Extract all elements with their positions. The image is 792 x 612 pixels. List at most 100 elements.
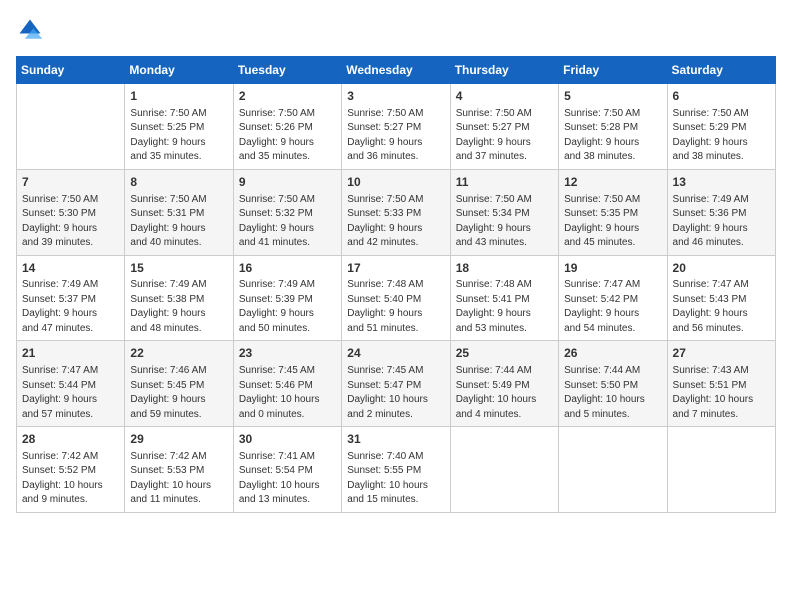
day-number: 29 (130, 431, 227, 448)
day-content: Sunrise: 7:50 AM Sunset: 5:27 PM Dayligh… (347, 107, 444, 165)
calendar-cell: 30 Sunrise: 7:41 AM Sunset: 5:54 PM Dayli… (233, 427, 341, 513)
calendar-cell: 10 Sunrise: 7:50 AM Sunset: 5:33 PM Dayli… (342, 169, 450, 255)
day-number: 14 (22, 260, 119, 277)
calendar-cell (450, 427, 558, 513)
day-number: 8 (130, 174, 227, 191)
calendar-cell (667, 427, 775, 513)
weekday-row: SundayMondayTuesdayWednesdayThursdayFrid… (17, 57, 776, 84)
calendar-cell: 6 Sunrise: 7:50 AM Sunset: 5:29 PM Daylig… (667, 84, 775, 170)
weekday-header: Monday (125, 57, 233, 84)
calendar-cell: 11 Sunrise: 7:50 AM Sunset: 5:34 PM Dayli… (450, 169, 558, 255)
calendar-cell: 29 Sunrise: 7:42 AM Sunset: 5:53 PM Dayli… (125, 427, 233, 513)
calendar-cell (559, 427, 667, 513)
day-number: 16 (239, 260, 336, 277)
calendar-cell (17, 84, 125, 170)
day-content: Sunrise: 7:48 AM Sunset: 5:41 PM Dayligh… (456, 278, 553, 336)
day-content: Sunrise: 7:50 AM Sunset: 5:34 PM Dayligh… (456, 193, 553, 251)
calendar-cell: 5 Sunrise: 7:50 AM Sunset: 5:28 PM Daylig… (559, 84, 667, 170)
day-number: 28 (22, 431, 119, 448)
day-number: 26 (564, 345, 661, 362)
weekday-header: Wednesday (342, 57, 450, 84)
day-number: 20 (673, 260, 770, 277)
calendar-cell: 24Sunrise: 7:45 AM Sunset: 5:47 PM Dayli… (342, 341, 450, 427)
day-number: 9 (239, 174, 336, 191)
calendar-cell: 14Sunrise: 7:49 AM Sunset: 5:37 PM Dayli… (17, 255, 125, 341)
day-number: 30 (239, 431, 336, 448)
calendar-cell: 21 Sunrise: 7:47 AM Sunset: 5:44 PM Dayli… (17, 341, 125, 427)
day-content: Sunrise: 7:47 AM Sunset: 5:44 PM Dayligh… (22, 364, 119, 422)
day-number: 23 (239, 345, 336, 362)
day-number: 10 (347, 174, 444, 191)
day-number: 1 (130, 88, 227, 105)
calendar-cell: 4Sunrise: 7:50 AM Sunset: 5:27 PM Daylig… (450, 84, 558, 170)
day-content: Sunrise: 7:50 AM Sunset: 5:35 PM Dayligh… (564, 193, 661, 251)
calendar-body: 1 Sunrise: 7:50 AM Sunset: 5:25 PM Daylig… (17, 84, 776, 513)
weekday-header: Saturday (667, 57, 775, 84)
calendar-cell: 31Sunrise: 7:40 AM Sunset: 5:55 PM Dayli… (342, 427, 450, 513)
calendar: SundayMondayTuesdayWednesdayThursdayFrid… (16, 56, 776, 513)
calendar-cell: 2 Sunrise: 7:50 AM Sunset: 5:26 PM Daylig… (233, 84, 341, 170)
calendar-cell: 17Sunrise: 7:48 AM Sunset: 5:40 PM Dayli… (342, 255, 450, 341)
weekday-header: Friday (559, 57, 667, 84)
day-content: Sunrise: 7:50 AM Sunset: 5:32 PM Dayligh… (239, 193, 336, 251)
calendar-week-row: 14Sunrise: 7:49 AM Sunset: 5:37 PM Dayli… (17, 255, 776, 341)
day-number: 2 (239, 88, 336, 105)
day-number: 3 (347, 88, 444, 105)
calendar-cell: 28 Sunrise: 7:42 AM Sunset: 5:52 PM Dayli… (17, 427, 125, 513)
day-number: 25 (456, 345, 553, 362)
day-number: 18 (456, 260, 553, 277)
day-number: 4 (456, 88, 553, 105)
day-content: Sunrise: 7:44 AM Sunset: 5:50 PM Dayligh… (564, 364, 661, 422)
day-number: 12 (564, 174, 661, 191)
calendar-week-row: 21 Sunrise: 7:47 AM Sunset: 5:44 PM Dayli… (17, 341, 776, 427)
day-content: Sunrise: 7:45 AM Sunset: 5:47 PM Dayligh… (347, 364, 444, 422)
calendar-cell: 7Sunrise: 7:50 AM Sunset: 5:30 PM Daylig… (17, 169, 125, 255)
calendar-cell: 9 Sunrise: 7:50 AM Sunset: 5:32 PM Daylig… (233, 169, 341, 255)
calendar-cell: 23 Sunrise: 7:45 AM Sunset: 5:46 PM Dayli… (233, 341, 341, 427)
calendar-cell: 8 Sunrise: 7:50 AM Sunset: 5:31 PM Daylig… (125, 169, 233, 255)
day-content: Sunrise: 7:50 AM Sunset: 5:33 PM Dayligh… (347, 193, 444, 251)
day-content: Sunrise: 7:42 AM Sunset: 5:52 PM Dayligh… (22, 450, 119, 508)
calendar-cell: 27 Sunrise: 7:43 AM Sunset: 5:51 PM Dayli… (667, 341, 775, 427)
day-number: 15 (130, 260, 227, 277)
day-number: 17 (347, 260, 444, 277)
day-content: Sunrise: 7:42 AM Sunset: 5:53 PM Dayligh… (130, 450, 227, 508)
day-number: 19 (564, 260, 661, 277)
calendar-cell: 20Sunrise: 7:47 AM Sunset: 5:43 PM Dayli… (667, 255, 775, 341)
calendar-cell: 25 Sunrise: 7:44 AM Sunset: 5:49 PM Dayli… (450, 341, 558, 427)
day-content: Sunrise: 7:47 AM Sunset: 5:43 PM Dayligh… (673, 278, 770, 336)
logo-icon (16, 16, 44, 44)
day-content: Sunrise: 7:43 AM Sunset: 5:51 PM Dayligh… (673, 364, 770, 422)
calendar-header: SundayMondayTuesdayWednesdayThursdayFrid… (17, 57, 776, 84)
day-content: Sunrise: 7:50 AM Sunset: 5:29 PM Dayligh… (673, 107, 770, 165)
weekday-header: Tuesday (233, 57, 341, 84)
calendar-cell: 19Sunrise: 7:47 AM Sunset: 5:42 PM Dayli… (559, 255, 667, 341)
day-number: 21 (22, 345, 119, 362)
calendar-cell: 26 Sunrise: 7:44 AM Sunset: 5:50 PM Dayli… (559, 341, 667, 427)
day-content: Sunrise: 7:44 AM Sunset: 5:49 PM Dayligh… (456, 364, 553, 422)
day-content: Sunrise: 7:50 AM Sunset: 5:31 PM Dayligh… (130, 193, 227, 251)
day-content: Sunrise: 7:50 AM Sunset: 5:30 PM Dayligh… (22, 193, 119, 251)
day-content: Sunrise: 7:49 AM Sunset: 5:37 PM Dayligh… (22, 278, 119, 336)
day-content: Sunrise: 7:50 AM Sunset: 5:28 PM Dayligh… (564, 107, 661, 165)
day-number: 11 (456, 174, 553, 191)
logo (16, 16, 48, 44)
day-number: 13 (673, 174, 770, 191)
day-content: Sunrise: 7:50 AM Sunset: 5:25 PM Dayligh… (130, 107, 227, 165)
weekday-header: Thursday (450, 57, 558, 84)
day-number: 27 (673, 345, 770, 362)
day-content: Sunrise: 7:41 AM Sunset: 5:54 PM Dayligh… (239, 450, 336, 508)
day-number: 22 (130, 345, 227, 362)
calendar-cell: 22Sunrise: 7:46 AM Sunset: 5:45 PM Dayli… (125, 341, 233, 427)
day-content: Sunrise: 7:45 AM Sunset: 5:46 PM Dayligh… (239, 364, 336, 422)
day-number: 31 (347, 431, 444, 448)
day-number: 5 (564, 88, 661, 105)
calendar-week-row: 1 Sunrise: 7:50 AM Sunset: 5:25 PM Daylig… (17, 84, 776, 170)
day-content: Sunrise: 7:50 AM Sunset: 5:26 PM Dayligh… (239, 107, 336, 165)
day-content: Sunrise: 7:49 AM Sunset: 5:38 PM Dayligh… (130, 278, 227, 336)
calendar-week-row: 28 Sunrise: 7:42 AM Sunset: 5:52 PM Dayli… (17, 427, 776, 513)
weekday-header: Sunday (17, 57, 125, 84)
day-number: 6 (673, 88, 770, 105)
day-content: Sunrise: 7:48 AM Sunset: 5:40 PM Dayligh… (347, 278, 444, 336)
calendar-cell: 15Sunrise: 7:49 AM Sunset: 5:38 PM Dayli… (125, 255, 233, 341)
